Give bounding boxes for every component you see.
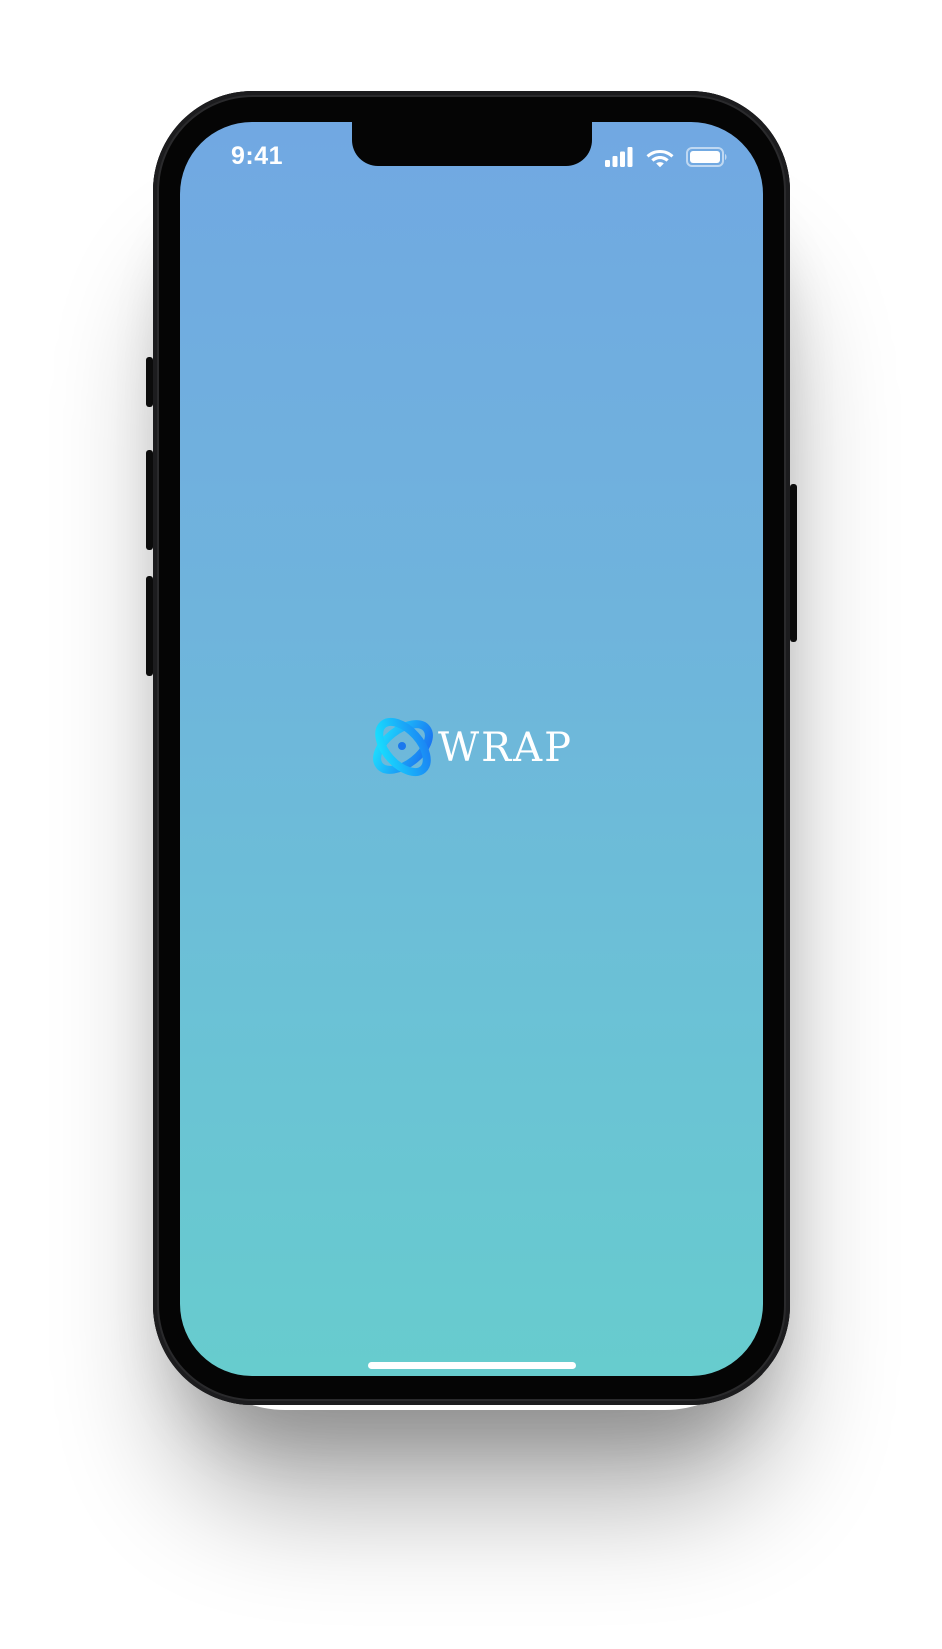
splash-screen: 9:41 WRAP xyxy=(180,122,763,1376)
notch xyxy=(352,122,592,166)
volume-up-button xyxy=(146,450,153,550)
power-button xyxy=(790,484,797,642)
cellular-signal-icon xyxy=(604,146,634,168)
volume-down-button xyxy=(146,576,153,676)
app-logo: WRAP xyxy=(368,712,578,784)
status-time: 9:41 xyxy=(230,142,284,170)
app-name: WRAP xyxy=(438,725,574,771)
device-mockup: 9:41 WRAP xyxy=(0,0,942,1649)
battery-icon xyxy=(686,146,728,168)
silent-switch xyxy=(146,357,153,407)
status-icons xyxy=(604,146,734,170)
home-indicator[interactable] xyxy=(368,1362,576,1369)
wifi-icon xyxy=(645,146,675,170)
wrap-logo-icon xyxy=(368,712,438,782)
